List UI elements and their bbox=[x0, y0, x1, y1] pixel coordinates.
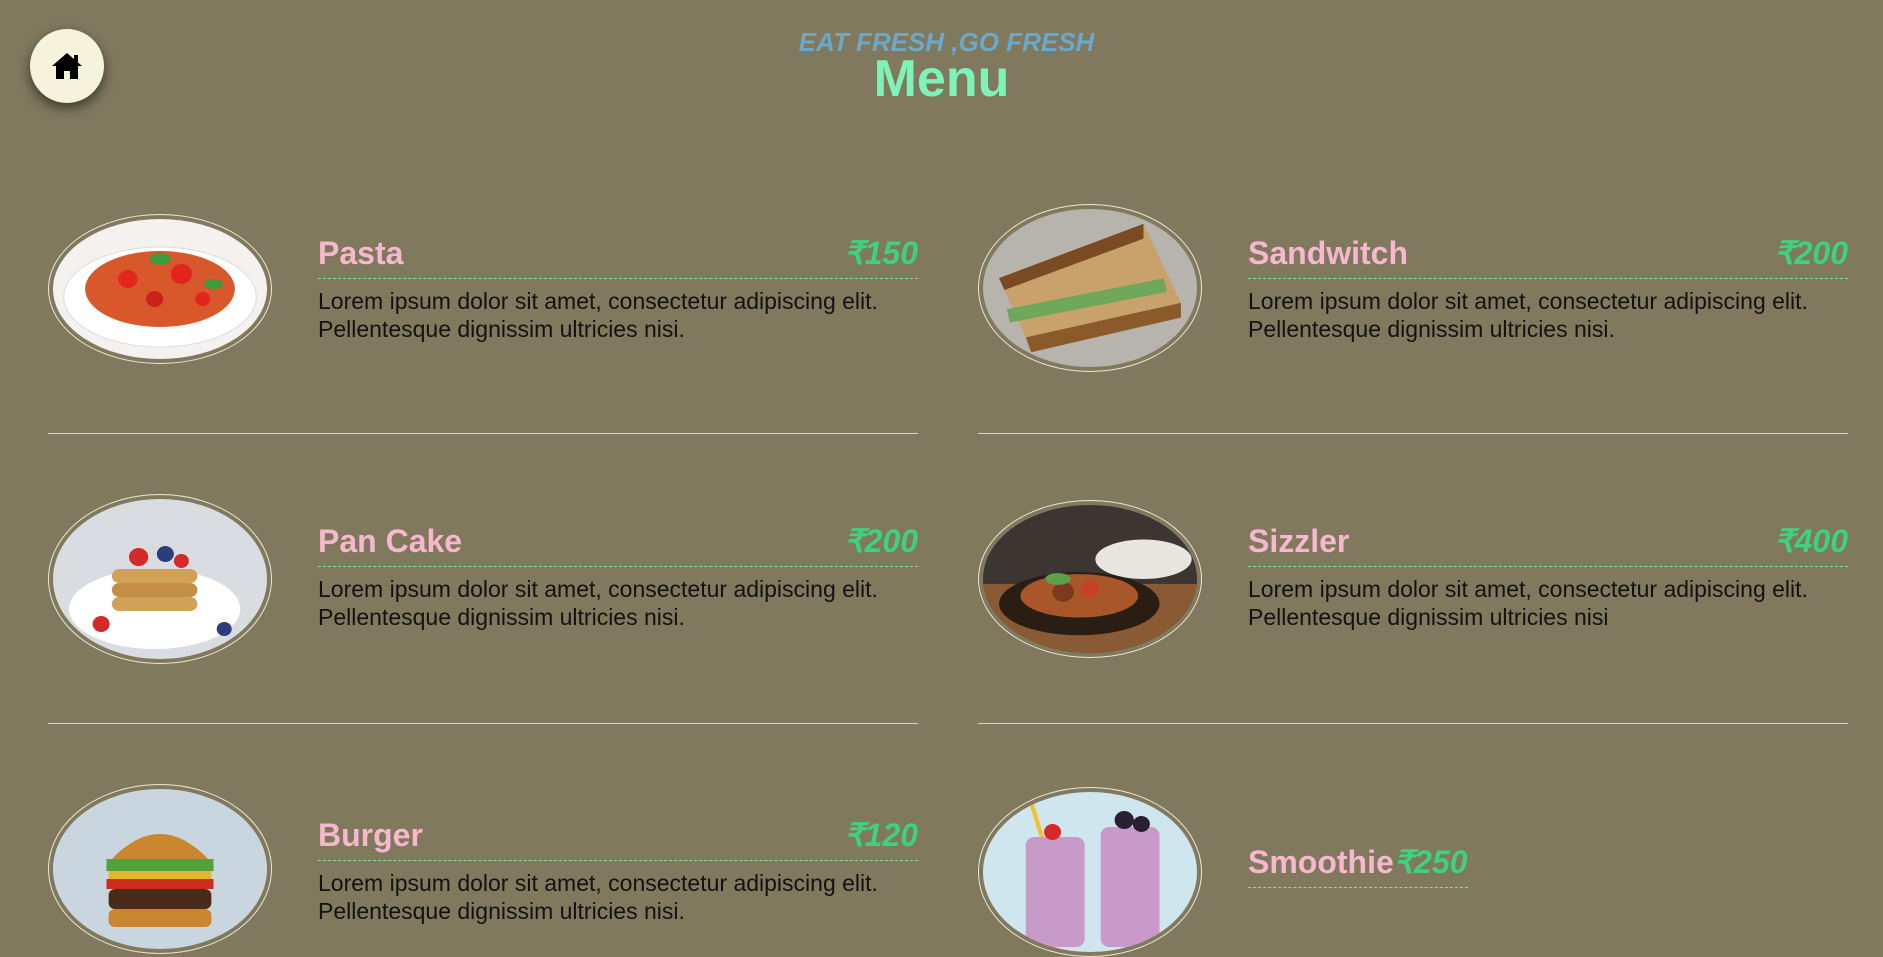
item-name: Pan Cake bbox=[318, 523, 463, 559]
menu-item-sizzler: Sizzler ₹400 Lorem ipsum dolor sit amet,… bbox=[978, 500, 1848, 658]
item-name: Smoothie bbox=[1248, 844, 1394, 880]
item-name: Pasta bbox=[318, 235, 404, 271]
divider bbox=[48, 723, 918, 724]
menu-item-pasta: Pasta ₹150 Lorem ipsum dolor sit amet, c… bbox=[48, 212, 918, 372]
item-name: Burger bbox=[318, 817, 423, 853]
page-title: Menu bbox=[873, 50, 1010, 108]
divider bbox=[978, 433, 1848, 434]
burger-info: Burger ₹120 Lorem ipsum dolor sit amet, … bbox=[318, 816, 918, 925]
item-price: ₹120 bbox=[844, 817, 918, 853]
menu-item-sandwitch: Sandwitch ₹200 Lorem ipsum dolor sit ame… bbox=[978, 204, 1848, 372]
sizzler-image bbox=[978, 500, 1202, 658]
sandwitch-image bbox=[978, 204, 1202, 372]
item-description: Lorem ipsum dolor sit amet, consectetur … bbox=[318, 870, 878, 924]
item-description: Lorem ipsum dolor sit amet, consectetur … bbox=[318, 576, 878, 630]
divider bbox=[978, 723, 1848, 724]
pan-cake-image bbox=[48, 494, 272, 664]
pasta-image bbox=[48, 214, 272, 364]
item-price: ₹200 bbox=[844, 523, 918, 559]
item-price: ₹150 bbox=[844, 235, 918, 271]
pan-cake-info: Pan Cake ₹200 Lorem ipsum dolor sit amet… bbox=[318, 522, 918, 631]
page-header: EAT FRESH ,GO FRESH Menu bbox=[0, 26, 1883, 108]
sandwitch-info: Sandwitch ₹200 Lorem ipsum dolor sit ame… bbox=[1248, 234, 1848, 343]
pasta-info: Pasta ₹150 Lorem ipsum dolor sit amet, c… bbox=[318, 234, 918, 343]
item-description: Lorem ipsum dolor sit amet, consectetur … bbox=[1248, 576, 1808, 630]
burger-image bbox=[48, 784, 272, 954]
sizzler-info: Sizzler ₹400 Lorem ipsum dolor sit amet,… bbox=[1248, 522, 1848, 631]
menu-item-burger: Burger ₹120 Lorem ipsum dolor sit amet, … bbox=[48, 784, 918, 954]
item-price: ₹250 bbox=[1393, 844, 1468, 880]
smoothie-info: Smoothie ₹250 bbox=[1248, 843, 1848, 888]
item-name: Sizzler bbox=[1248, 523, 1350, 559]
smoothie-image bbox=[978, 787, 1202, 957]
divider bbox=[48, 433, 918, 434]
menu-item-smoothie: Smoothie ₹250 bbox=[978, 787, 1848, 957]
item-description: Lorem ipsum dolor sit amet, consectetur … bbox=[318, 288, 878, 342]
item-description: Lorem ipsum dolor sit amet, consectetur … bbox=[1248, 288, 1808, 342]
item-price: ₹400 bbox=[1774, 523, 1848, 559]
menu-item-pan-cake: Pan Cake ₹200 Lorem ipsum dolor sit amet… bbox=[48, 494, 918, 664]
item-name: Sandwitch bbox=[1248, 235, 1409, 271]
item-price: ₹200 bbox=[1774, 235, 1848, 271]
